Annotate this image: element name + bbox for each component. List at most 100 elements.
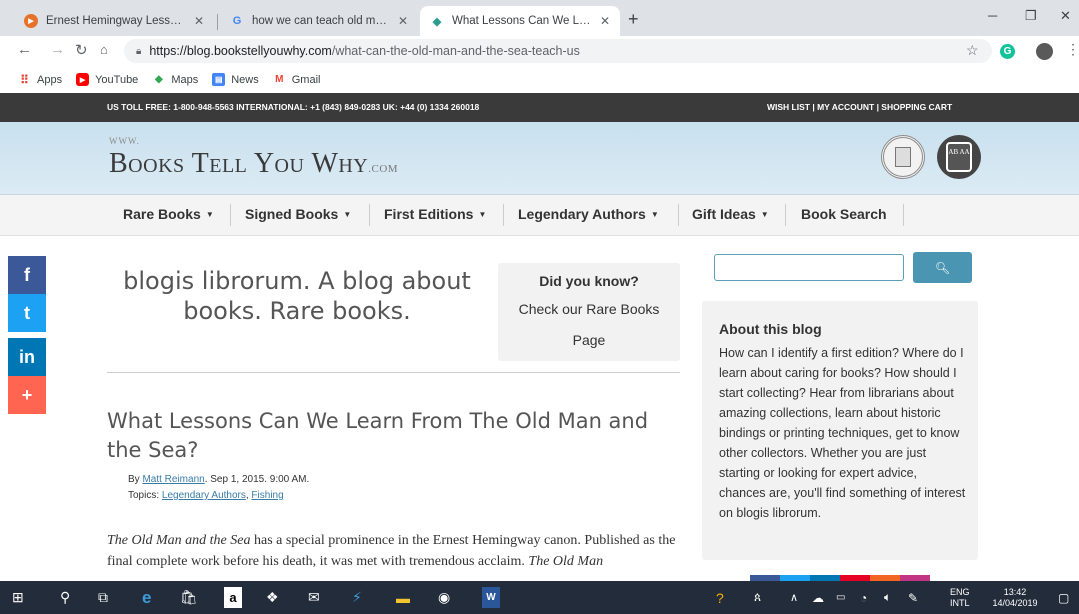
- twitter-icon: t: [24, 302, 30, 323]
- gmail-icon: M: [275, 74, 284, 85]
- close-tab-icon[interactable]: ✕: [194, 14, 204, 28]
- back-arrow-icon[interactable]: ←: [17, 41, 32, 58]
- youtube-icon: ▶: [76, 73, 90, 86]
- plus-icon: +: [21, 384, 33, 405]
- linkedin-share-button[interactable]: in: [8, 338, 46, 376]
- about-text: How can I identify a first edition? Wher…: [719, 346, 966, 520]
- mail-icon[interactable]: ✉: [308, 587, 320, 608]
- grammarly-extension-icon[interactable]: G: [1000, 44, 1015, 59]
- tab-google-search[interactable]: G how we can teach old man and t ✕: [220, 6, 418, 36]
- caret-down-icon: ▼: [760, 210, 769, 219]
- bookmark-gmail[interactable]: M Gmail: [273, 73, 320, 86]
- linkedin-icon: in: [19, 346, 35, 367]
- battery-icon[interactable]: ▭: [836, 587, 845, 608]
- minimize-icon[interactable]: ─: [988, 8, 997, 23]
- dropbox-icon[interactable]: ❖: [266, 587, 279, 608]
- language-indicator[interactable]: ENG INTL: [950, 587, 970, 609]
- topic-link-legendary-authors[interactable]: Legendary Authors: [162, 490, 246, 501]
- notifications-icon[interactable]: ▢: [1058, 587, 1069, 608]
- caret-down-icon: ▼: [205, 210, 214, 219]
- menu-kebab-icon[interactable]: ⋮: [1066, 41, 1079, 58]
- about-this-blog-box: About this blog How can I identify a fir…: [702, 301, 978, 560]
- pen-icon[interactable]: ✎: [908, 587, 918, 608]
- caret-down-icon: ▼: [343, 210, 352, 219]
- blog-tagline: blogis librorum. A blog about books. Rar…: [123, 267, 471, 325]
- search-icon[interactable]: ⚲: [60, 587, 70, 608]
- help-icon[interactable]: ?: [716, 587, 724, 608]
- bookmark-youtube[interactable]: ▶ YouTube: [76, 73, 138, 86]
- menu-gift-ideas[interactable]: Gift Ideas ▼: [692, 206, 769, 222]
- more-share-button[interactable]: +: [8, 376, 46, 414]
- menu-divider: [678, 204, 679, 226]
- browser-tab-strip: ▶ Ernest Hemingway Lesson Plan | ✕ G how…: [0, 0, 1079, 36]
- bookmark-news[interactable]: ▤ News: [212, 73, 259, 86]
- bookmark-maps[interactable]: ◆ Maps: [152, 73, 198, 86]
- profile-avatar[interactable]: [1036, 43, 1053, 60]
- windows-taskbar: ⊞ ⚲ ⧉ e 🛍︎ a ❖ ✉ ⚡︎ ▬ ◉ W ? ጰ ∧ ☁ ▭ ◔ 🔈︎…: [0, 581, 1079, 614]
- close-tab-icon[interactable]: ✕: [398, 14, 408, 28]
- edge-icon[interactable]: e: [142, 587, 151, 608]
- menu-divider: [503, 204, 504, 226]
- address-bar[interactable]: 🔒︎ https://blog.bookstellyouwhy.com/what…: [124, 39, 992, 63]
- new-tab-icon[interactable]: +: [628, 9, 639, 30]
- menu-divider: [369, 204, 370, 226]
- amazon-icon[interactable]: a: [224, 587, 242, 608]
- tab-active-blog[interactable]: ◆ What Lessons Can We Learn Fro ✕: [420, 6, 620, 36]
- topic-link-fishing[interactable]: Fishing: [251, 490, 283, 501]
- cloud-icon[interactable]: ☁: [812, 587, 824, 608]
- menu-book-search[interactable]: Book Search: [801, 206, 887, 222]
- caret-down-icon: ▼: [650, 210, 659, 219]
- site-header: WWW. Books Tell You Why.COM AB AA: [0, 122, 1079, 195]
- volume-icon[interactable]: 🔈︎: [884, 587, 891, 608]
- store-icon[interactable]: 🛍︎: [180, 587, 198, 608]
- menu-rare-books[interactable]: Rare Books ▼: [123, 206, 214, 222]
- people-icon[interactable]: ጰ: [754, 587, 761, 608]
- menu-first-editions[interactable]: First Editions ▼: [384, 206, 486, 222]
- task-view-icon[interactable]: ⧉: [98, 587, 108, 608]
- menu-signed-books[interactable]: Signed Books ▼: [245, 206, 351, 222]
- word-icon[interactable]: W: [482, 587, 500, 608]
- site-contact-bar: US TOLL FREE: 1-800-948-5563 INTERNATION…: [0, 93, 1079, 122]
- browser-toolbar: ← → ↻ ⌂ 🔒︎ https://blog.bookstellyouwhy.…: [0, 36, 1079, 66]
- account-links[interactable]: WISH LIST | MY ACCOUNT | SHOPPING CART: [767, 102, 952, 112]
- did-you-know-link[interactable]: Check our Rare Books Page: [498, 294, 680, 356]
- menu-legendary-authors[interactable]: Legendary Authors ▼: [518, 206, 659, 222]
- abaa-seal-icon: AB AA: [937, 135, 981, 179]
- news-icon: ▤: [212, 73, 226, 86]
- vs-code-icon[interactable]: ⚡︎: [352, 587, 362, 608]
- menu-divider: [230, 204, 231, 226]
- restore-icon[interactable]: ❐: [1025, 8, 1037, 24]
- close-window-icon[interactable]: ✕: [1060, 8, 1071, 24]
- clock[interactable]: 13:42 14/04/2019: [985, 587, 1045, 609]
- search-button[interactable]: 🔍︎: [913, 252, 972, 283]
- twitter-share-button[interactable]: t: [8, 294, 46, 332]
- menu-divider: [903, 204, 904, 226]
- close-tab-icon[interactable]: ✕: [600, 14, 610, 28]
- reload-icon[interactable]: ↻: [75, 41, 88, 59]
- apps-grid-icon: ⠿: [20, 72, 29, 87]
- did-you-know-title: Did you know?: [539, 273, 639, 289]
- caret-down-icon: ▼: [478, 210, 487, 219]
- logo-www: WWW.: [109, 136, 140, 146]
- author-link[interactable]: Matt Reimann: [142, 474, 204, 485]
- chrome-icon[interactable]: ◉: [438, 587, 450, 608]
- post-title: What Lessons Can We Learn From The Old M…: [107, 409, 649, 462]
- did-you-know-box[interactable]: Did you know? Check our Rare Books Page: [498, 263, 680, 361]
- ilab-seal-icon: [881, 135, 925, 179]
- search-icon: 🔍︎: [934, 260, 951, 275]
- tab-hemingway-lesson[interactable]: ▶ Ernest Hemingway Lesson Plan | ✕: [14, 6, 214, 36]
- bookmark-star-icon[interactable]: ☆: [966, 42, 979, 59]
- home-icon[interactable]: ⌂: [100, 42, 108, 57]
- youtube-play-icon: ▶: [24, 14, 38, 28]
- windows-start-icon[interactable]: ⊞: [12, 587, 24, 608]
- wifi-icon[interactable]: ◔: [860, 587, 867, 608]
- tab-divider: [217, 14, 218, 30]
- file-explorer-icon[interactable]: ▬: [396, 587, 410, 608]
- bookmarks-bar: ⠿ Apps ▶ YouTube ◆ Maps ▤ News M Gmail: [0, 66, 1079, 93]
- blog-search-input[interactable]: [714, 254, 904, 281]
- forward-arrow-icon[interactable]: →: [50, 41, 65, 58]
- bookmark-apps[interactable]: ⠿ Apps: [18, 72, 62, 87]
- facebook-share-button[interactable]: f: [8, 256, 46, 294]
- chevron-up-icon[interactable]: ∧: [790, 587, 798, 608]
- site-logo[interactable]: Books Tell You Why.COM: [109, 148, 398, 180]
